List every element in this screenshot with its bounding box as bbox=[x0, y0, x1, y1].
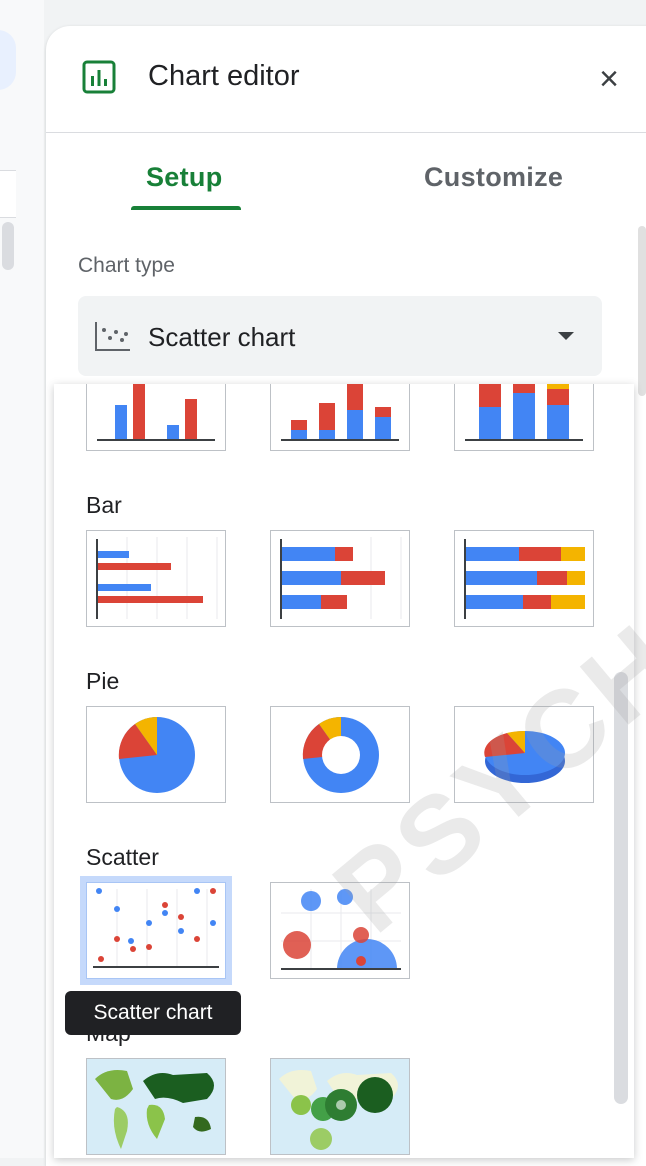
panel-scrollbar[interactable] bbox=[638, 226, 646, 396]
100-stacked-bar-chart-thumb[interactable] bbox=[454, 530, 594, 627]
column-chart-thumb[interactable] bbox=[86, 384, 226, 451]
background-scrollbar[interactable] bbox=[2, 222, 14, 270]
background-avatar-blob bbox=[0, 30, 16, 90]
chart-list-scrollbar[interactable] bbox=[614, 672, 628, 1104]
tab-setup[interactable]: Setup bbox=[146, 162, 223, 193]
active-tab-indicator bbox=[131, 206, 241, 210]
close-icon[interactable]: × bbox=[592, 62, 626, 98]
donut-chart-thumb[interactable] bbox=[270, 706, 410, 803]
chart-type-list: Bar Pie Scatter bbox=[54, 384, 634, 1158]
pie-chart-thumb[interactable] bbox=[86, 706, 226, 803]
group-title-scatter: Scatter bbox=[86, 844, 159, 870]
3d-pie-chart-thumb[interactable] bbox=[454, 706, 594, 803]
stacked-bar-chart-thumb[interactable] bbox=[270, 530, 410, 627]
stacked-column-chart-thumb[interactable] bbox=[270, 384, 410, 451]
editor-tabs: Setup Customize bbox=[46, 134, 646, 214]
editor-header: Chart editor × bbox=[46, 26, 646, 133]
chevron-down-icon bbox=[558, 332, 574, 340]
tab-customize[interactable]: Customize bbox=[424, 162, 563, 193]
100-stacked-column-chart-thumb[interactable] bbox=[454, 384, 594, 451]
editor-title: Chart editor bbox=[148, 60, 300, 92]
group-title-bar: Bar bbox=[86, 492, 122, 518]
bubble-chart-thumb[interactable] bbox=[270, 882, 410, 979]
chart-editor-icon bbox=[82, 60, 116, 94]
bar-chart-thumb[interactable] bbox=[86, 530, 226, 627]
geo-chart-markers-thumb[interactable] bbox=[270, 1058, 410, 1155]
chart-type-value: Scatter chart bbox=[148, 322, 296, 352]
scatter-chart-icon bbox=[94, 320, 132, 357]
tooltip: Scatter chart bbox=[65, 991, 241, 1035]
chart-type-label: Chart type bbox=[78, 254, 175, 277]
chart-type-dropdown[interactable]: Scatter chart bbox=[78, 296, 602, 376]
left-background-strip bbox=[0, 0, 44, 1158]
background-cell bbox=[0, 170, 16, 218]
geo-chart-thumb[interactable] bbox=[86, 1058, 226, 1155]
scatter-chart-thumb[interactable] bbox=[86, 882, 226, 979]
group-title-pie: Pie bbox=[86, 668, 120, 694]
